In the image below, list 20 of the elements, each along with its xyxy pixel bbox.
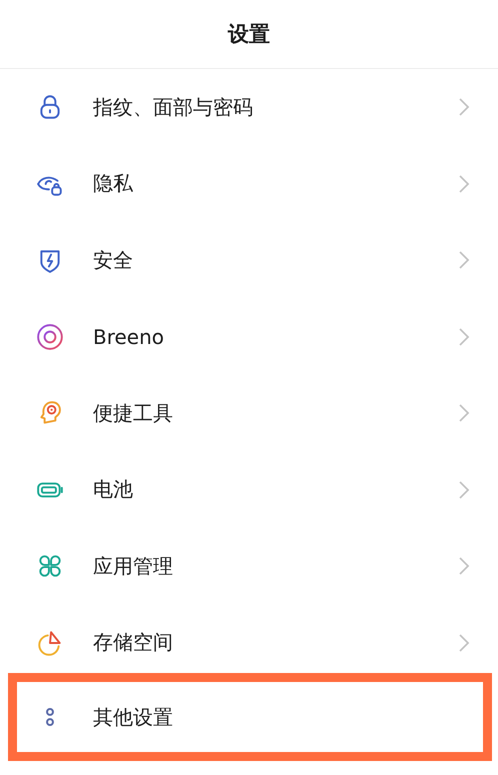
settings-item[interactable]: 指纹、面部与密码 — [0, 69, 498, 146]
page-title: 设置 — [228, 21, 270, 48]
settings-item[interactable]: 安全 — [0, 222, 498, 298]
settings-item[interactable]: 应用管理 — [0, 528, 498, 604]
settings-item[interactable]: 其他设置 — [8, 673, 492, 761]
settings-item[interactable]: Breeno — [0, 298, 498, 375]
dots-icon — [46, 708, 54, 726]
settings-item[interactable]: 便捷工具 — [0, 375, 498, 452]
item-label: 隐私 — [93, 170, 134, 198]
settings-item[interactable]: 隐私 — [0, 146, 498, 222]
settings-item[interactable]: 电池 — [0, 452, 498, 528]
item-label: 电池 — [93, 476, 134, 504]
item-label: 指纹、面部与密码 — [93, 94, 254, 121]
ring-icon — [36, 322, 64, 351]
item-label: 存储空间 — [93, 629, 174, 656]
item-label: 其他设置 — [93, 704, 174, 730]
item-label: 便捷工具 — [93, 400, 174, 427]
item-label: Breeno — [93, 324, 166, 349]
item-label: 安全 — [93, 246, 134, 274]
item-label: 应用管理 — [93, 552, 174, 580]
